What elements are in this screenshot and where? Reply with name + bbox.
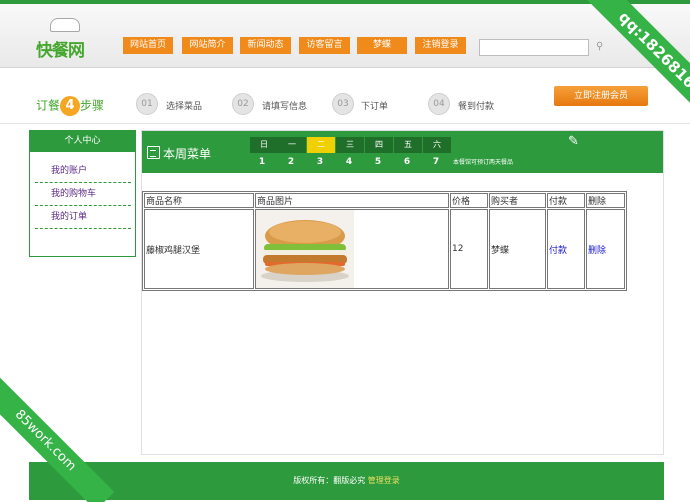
step-1-label: 选择菜品 xyxy=(166,102,203,112)
site-logo[interactable]: 快餐网 xyxy=(36,18,100,62)
daynum-3: 3 xyxy=(316,157,324,167)
daynum-6: 6 xyxy=(403,157,411,167)
col-header-pay: 付款 xyxy=(547,193,585,208)
table-row: 藤椒鸡腿汉堡 12 梦蝶 付款 删除 xyxy=(144,209,625,289)
steps-title: 订餐 4 步骤 xyxy=(36,96,104,116)
menu-note: 本餐馆可预订两天餐品 xyxy=(453,159,514,166)
step-4-circle: 04 xyxy=(428,93,450,115)
table-header-row: 商品名称 商品图片 价格 购买者 付款 删除 xyxy=(144,193,625,208)
weekday-mon[interactable]: 一 xyxy=(278,137,306,153)
footer-copyright: 版权所有：翻版必究 xyxy=(293,476,368,485)
burger-image xyxy=(256,210,354,288)
nav-home[interactable]: 网站首页 xyxy=(123,37,173,54)
sidebar: 个人中心 我的账户 我的购物车 我的订单 xyxy=(29,130,136,257)
admin-login-link[interactable]: 管理登录 xyxy=(368,476,400,485)
daynum-1: 1 xyxy=(258,157,266,167)
sidebar-item-account[interactable]: 我的账户 xyxy=(35,160,131,183)
sidebar-item-orders[interactable]: 我的订单 xyxy=(35,206,131,229)
sidebar-title: 个人中心 xyxy=(30,131,135,152)
delete-link[interactable]: 删除 xyxy=(586,209,625,289)
search-input[interactable] xyxy=(479,39,589,56)
nav-about[interactable]: 网站简介 xyxy=(182,37,233,54)
col-header-delete: 删除 xyxy=(586,193,625,208)
register-button[interactable]: 立即注册会员 xyxy=(554,86,648,106)
daynum-7: 7 xyxy=(432,157,440,167)
step-3-label: 下订单 xyxy=(361,102,389,112)
search-icon[interactable]: ⚲ xyxy=(596,41,607,52)
chef-hat-icon xyxy=(50,18,80,32)
menu-header: 本周菜单 日 一 二 三 四 五 六 1 2 3 4 5 6 7 本餐馆可预订两… xyxy=(142,131,663,173)
product-price: 12 xyxy=(450,209,488,289)
col-header-buyer: 购买者 xyxy=(489,193,546,208)
weekday-fri[interactable]: 五 xyxy=(394,137,422,153)
step-2-label: 请填写信息 xyxy=(262,102,308,112)
orders-table: 商品名称 商品图片 价格 购买者 付款 删除 藤椒鸡腿汉堡 12 梦蝶 付款 删… xyxy=(142,191,627,291)
nav-guestbook[interactable]: 访客留言 xyxy=(299,37,350,54)
col-header-image: 商品图片 xyxy=(255,193,449,208)
product-name: 藤椒鸡腿汉堡 xyxy=(144,209,254,289)
steps-number-badge: 4 xyxy=(60,96,81,116)
col-header-name: 商品名称 xyxy=(144,193,254,208)
step-2-circle: 02 xyxy=(232,93,254,115)
daynum-4: 4 xyxy=(345,157,353,167)
pay-link[interactable]: 付款 xyxy=(547,209,585,289)
buyer-name: 梦蝶 xyxy=(489,209,546,289)
step-3-circle: 03 xyxy=(332,93,354,115)
nav-user[interactable]: 梦蝶 xyxy=(357,37,407,54)
nav-logout[interactable]: 注销登录 xyxy=(415,37,466,54)
nav-news[interactable]: 新闻动态 xyxy=(240,37,291,54)
steps-title-post: 步骤 xyxy=(80,98,105,113)
header: 快餐网 网站首页 网站简介 新闻动态 访客留言 梦蝶 注销登录 ⚲ xyxy=(0,0,690,68)
menu-title: 本周菜单 xyxy=(163,147,212,161)
daynum-2: 2 xyxy=(287,157,295,167)
weekday-tue[interactable]: 二 xyxy=(307,137,335,153)
sidebar-item-cart[interactable]: 我的购物车 xyxy=(35,183,131,206)
weekday-sun[interactable]: 日 xyxy=(250,137,278,153)
step-1-circle: 01 xyxy=(136,93,158,115)
main-panel: 本周菜单 日 一 二 三 四 五 六 1 2 3 4 5 6 7 本餐馆可预订两… xyxy=(141,130,664,455)
col-header-price: 价格 xyxy=(450,193,488,208)
weekday-sat[interactable]: 六 xyxy=(423,137,451,153)
weekday-thu[interactable]: 四 xyxy=(365,137,393,153)
step-4-label: 餐到付款 xyxy=(458,102,495,112)
footer: 版权所有：翻版必究 管理登录 xyxy=(29,462,664,500)
steps-title-pre: 订餐 xyxy=(36,98,61,113)
product-image-cell xyxy=(255,209,449,289)
daynum-5: 5 xyxy=(374,157,382,167)
pencil-icon: ✎ xyxy=(568,134,579,149)
weekday-wed[interactable]: 三 xyxy=(336,137,364,153)
logo-text: 快餐网 xyxy=(36,41,85,61)
menu-list-icon xyxy=(147,146,160,159)
